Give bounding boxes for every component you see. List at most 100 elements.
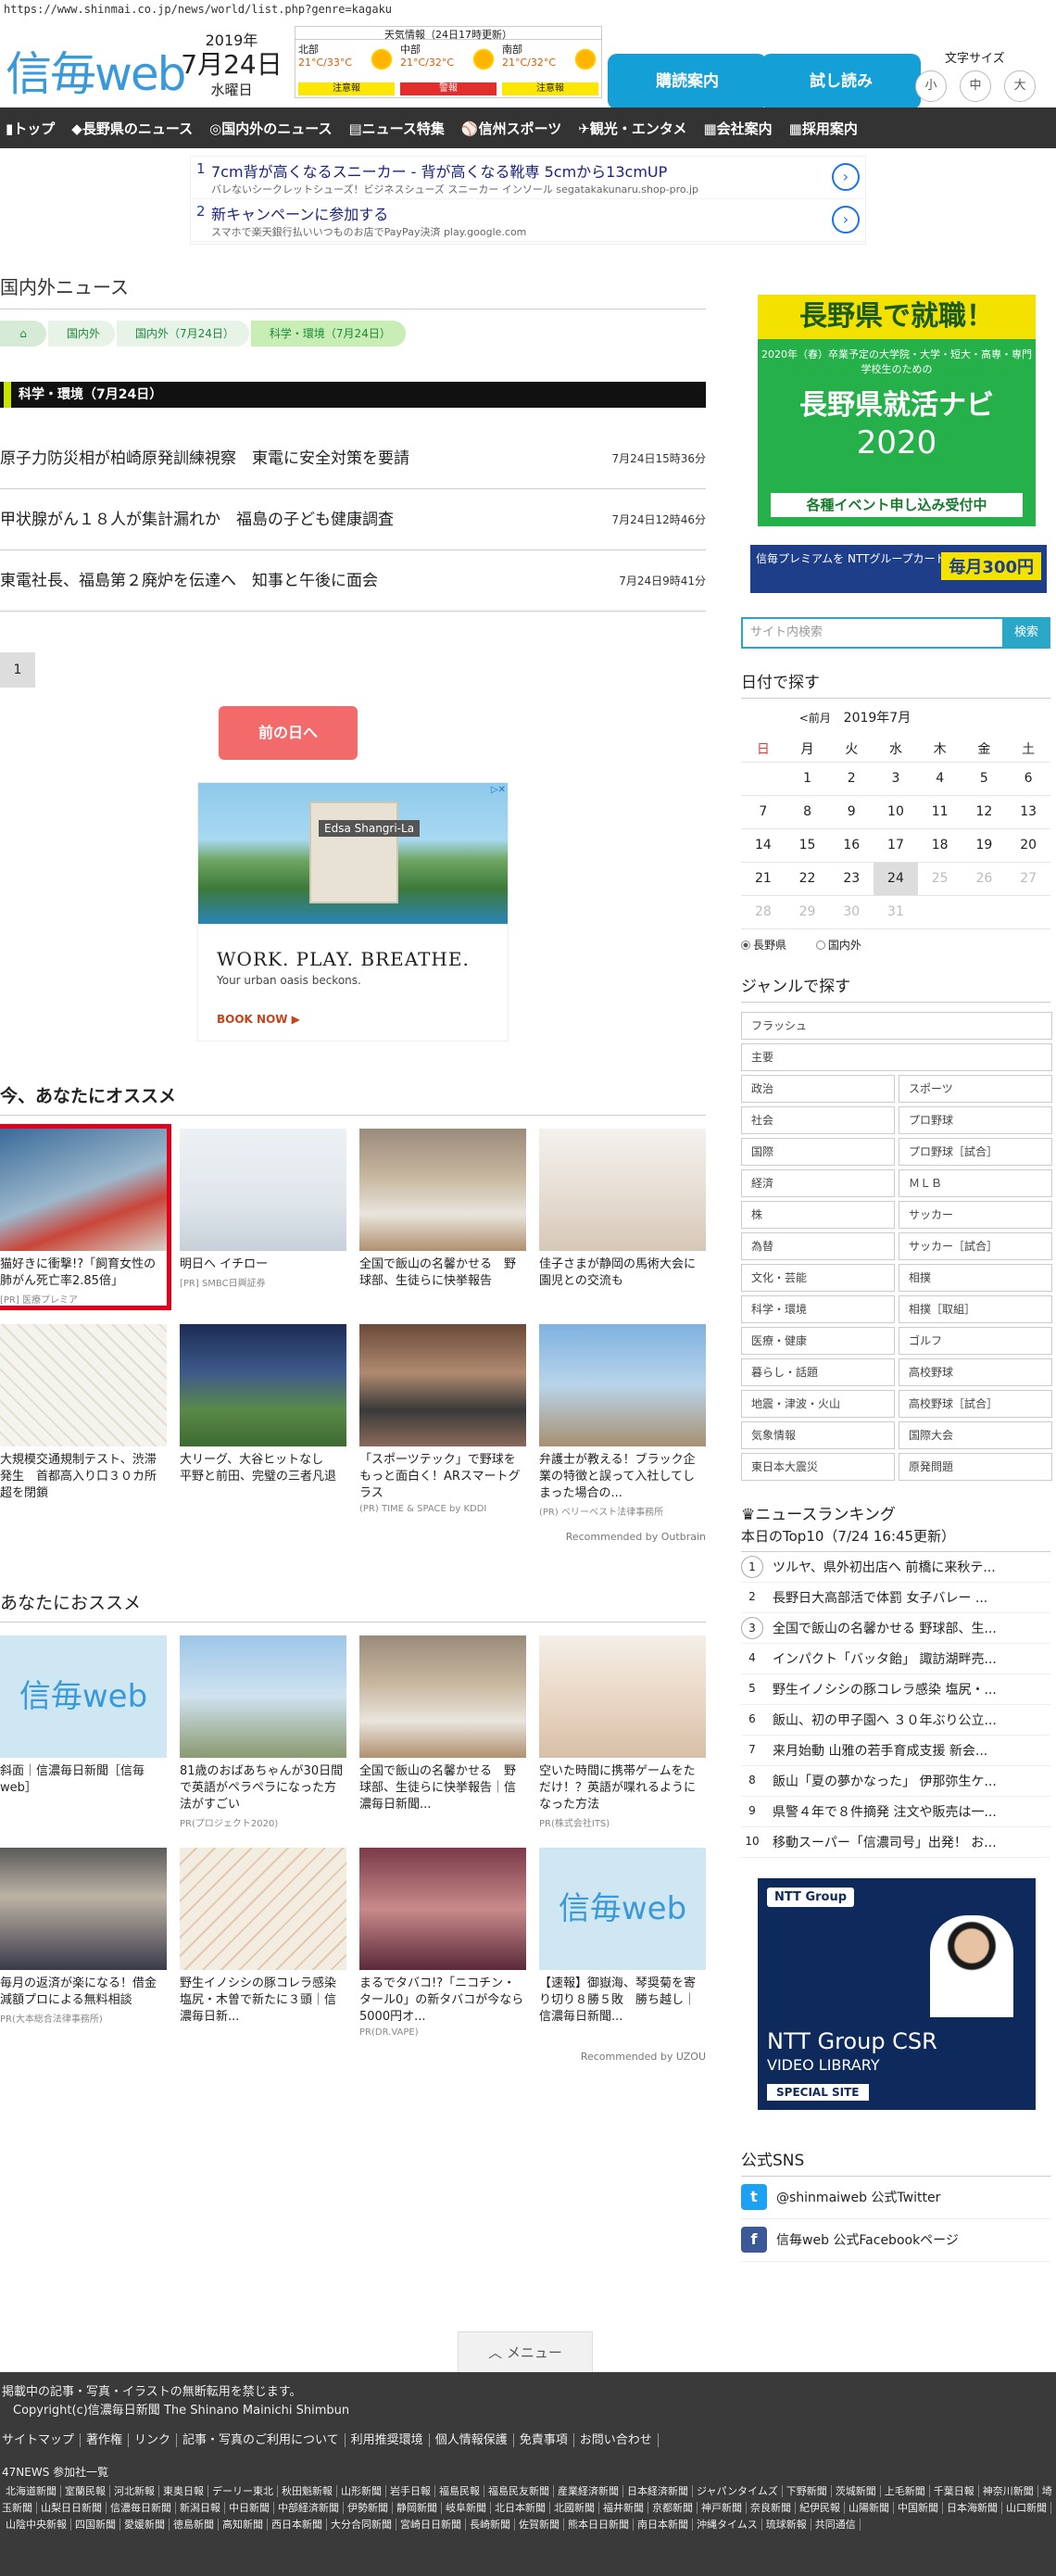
- member-paper-link[interactable]: 京都新聞: [648, 2502, 698, 2514]
- member-paper-link[interactable]: 北國新聞: [550, 2502, 599, 2514]
- card-title[interactable]: 大リーグ、大谷ヒットなし 平野と前田、完璧の三者凡退: [180, 1452, 346, 1485]
- calendar-day[interactable]: 17: [874, 828, 918, 863]
- member-paper-link[interactable]: 秋田魁新報: [278, 2485, 337, 2497]
- footer-link[interactable]: サイトマップ: [2, 2433, 82, 2447]
- ranking-item[interactable]: 4 インパクト「バッタ飴」 諏訪湖畔売...: [741, 1644, 1050, 1674]
- footer-link[interactable]: お問い合わせ: [573, 2433, 659, 2447]
- calendar-day[interactable]: 18: [917, 828, 962, 863]
- genre-item[interactable]: プロ野球: [899, 1105, 1052, 1134]
- calendar-day[interactable]: 23: [829, 862, 874, 896]
- calendar-day[interactable]: 3: [874, 762, 918, 796]
- calendar-day[interactable]: 9: [829, 795, 874, 829]
- ad-choices-icon[interactable]: ▷✕: [491, 785, 506, 795]
- ranking-item[interactable]: 1 ツルヤ、県外初出店へ 前橋に来秋テ...: [741, 1552, 1050, 1583]
- calendar-day[interactable]: 12: [962, 795, 1007, 829]
- weather-widget[interactable]: 天気情報（24日17時更新） 北部 21°C/33°C 注意報 中部 21°C/…: [295, 26, 602, 98]
- calendar-day[interactable]: 13: [1006, 795, 1050, 829]
- job-fair-ad[interactable]: 長野県で就職！ 2020年（春）卒業予定の大学院・大学・短大・高専・専門学校生の…: [758, 295, 1036, 526]
- genre-item[interactable]: 国際: [741, 1137, 895, 1166]
- search-input[interactable]: サイト内検索: [741, 617, 1002, 649]
- news-item[interactable]: 原子力防災相が柏崎原発訓練視察 東電に安全対策を要請 7月24日15時36分: [0, 428, 706, 489]
- search-button[interactable]: 検索: [1002, 617, 1050, 649]
- reco-card[interactable]: 弁護士が教える！ブラック企業の特徴と誤って入社してしまった場合の... (PR) …: [539, 1324, 706, 1518]
- member-paper-link[interactable]: 沖縄タイムス: [693, 2519, 762, 2531]
- genre-item[interactable]: 経済: [741, 1168, 895, 1197]
- genre-item[interactable]: 文化・芸能: [741, 1263, 895, 1292]
- member-paper-link[interactable]: 福島民報: [435, 2485, 484, 2497]
- member-paper-link[interactable]: 下野新聞: [782, 2485, 832, 2497]
- card-title[interactable]: 全国で飯山の名馨かせる 野球部、生徒らに快挙報告｜信濃毎日新聞...: [359, 1763, 526, 1813]
- chevron-right-icon[interactable]: ›: [832, 206, 860, 234]
- reco2-card[interactable]: 空いた時間に携帯ゲームをただけ！？英語が喋れるようになった方法 PR(株式会社IT…: [539, 1635, 706, 1829]
- card-title[interactable]: 【速報】御嶽海、琴奨菊を寄り切り８勝５敗 勝ち越し｜信濃毎日新聞...: [539, 1976, 706, 2026]
- reco-card[interactable]: 大規模交通規制テスト、渋滞発生 首都高入り口３０カ所超を閉鎖: [0, 1324, 167, 1518]
- genre-item[interactable]: 高校野球: [899, 1357, 1052, 1386]
- member-paper-link[interactable]: 東奥日報: [159, 2485, 208, 2497]
- genre-item[interactable]: 為替: [741, 1231, 895, 1260]
- member-paper-link[interactable]: 茨城新聞: [831, 2485, 881, 2497]
- card-title[interactable]: 「スポーツテック」で野球をもっと面白く！ARスマートグラス: [359, 1452, 526, 1502]
- outbrain-credit[interactable]: Recommended by Outbrain: [0, 1531, 706, 1543]
- font-size-large-button[interactable]: 大: [1004, 70, 1036, 102]
- premium-card-ad[interactable]: 信毎プレミアムを NTTグループカードでお支払いすると 毎月300円: [750, 545, 1047, 593]
- member-paper-link[interactable]: 新潟日報: [176, 2502, 225, 2514]
- text-ad[interactable]: 1 7cm背が高くなるスニーカー - 背が高くなる靴専 5cmから13cmUP …: [191, 157, 865, 199]
- genre-item[interactable]: 原発問題: [899, 1452, 1052, 1481]
- card-title[interactable]: 弁護士が教える！ブラック企業の特徴と誤って入社してしまった場合の...: [539, 1452, 706, 1502]
- font-size-small-button[interactable]: 小: [915, 70, 947, 102]
- calendar-day[interactable]: 22: [785, 862, 830, 896]
- genre-item[interactable]: 政治: [741, 1074, 895, 1103]
- calendar-day[interactable]: 20: [1006, 828, 1050, 863]
- subscribe-button[interactable]: 購読案内: [608, 54, 767, 109]
- genre-item[interactable]: サッカー［試合］: [899, 1231, 1052, 1260]
- reco2-card[interactable]: 信毎web 斜面｜信濃毎日新聞［信毎web］: [0, 1635, 167, 1829]
- member-paper-link[interactable]: 長崎新聞: [466, 2519, 515, 2531]
- genre-item[interactable]: 科学・環境: [741, 1294, 895, 1323]
- genre-item[interactable]: 高校野球［試合］: [899, 1389, 1052, 1418]
- breadcrumb-item[interactable]: 国内外（7月24日）: [117, 321, 249, 347]
- member-paper-link[interactable]: 愛媛新聞: [120, 2519, 170, 2531]
- calendar-day[interactable]: 14: [741, 828, 786, 863]
- ranking-title[interactable]: インパクト「バッタ飴」 諏訪湖畔売...: [773, 1649, 997, 1668]
- genre-item[interactable]: 気象情報: [741, 1421, 895, 1449]
- breadcrumb-item[interactable]: 国内外: [48, 321, 116, 347]
- weather-area-central[interactable]: 中部 21°C/32°C 警報: [397, 40, 499, 97]
- member-paper-link[interactable]: 室蘭民報: [61, 2485, 110, 2497]
- weather-area-north[interactable]: 北部 21°C/33°C 注意報: [295, 40, 397, 97]
- genre-item[interactable]: 相撲［取組］: [899, 1294, 1052, 1323]
- site-logo[interactable]: 信毎web: [6, 37, 186, 104]
- banner-ad[interactable]: Edsa Shangri-La ▷✕ WORK. PLAY. BREATHE. …: [197, 782, 509, 1042]
- radio-world[interactable]: 国内外: [815, 939, 874, 952]
- member-paper-link[interactable]: 神奈川新聞: [978, 2485, 1038, 2497]
- ranking-item[interactable]: 2 長野日大高部活で体罰 女子バレー ...: [741, 1583, 1050, 1613]
- member-paper-link[interactable]: 北海道新聞: [2, 2485, 61, 2497]
- card-title[interactable]: 全国で飯山の名馨かせる 野球部、生徒らに快挙報告: [359, 1256, 526, 1290]
- calendar-day[interactable]: 19: [962, 828, 1007, 863]
- nav-item-company[interactable]: ▦会社案内: [703, 119, 772, 138]
- ranking-item[interactable]: 10 移動スーパー「信濃司号」出発！ お...: [741, 1827, 1050, 1858]
- nav-item-sports[interactable]: ⚾信州スポーツ: [461, 119, 561, 138]
- calendar-day-today[interactable]: 24: [874, 862, 918, 896]
- calendar-day[interactable]: 4: [917, 762, 962, 796]
- member-paper-link[interactable]: 西日本新聞: [268, 2519, 327, 2531]
- card-title[interactable]: まるでタバコ!?「ニコチン・タール0」の新タバコが今なら5000円オ...: [359, 1976, 526, 2026]
- genre-item[interactable]: 相撲: [899, 1263, 1052, 1292]
- genre-item[interactable]: 医療・健康: [741, 1326, 895, 1355]
- nav-item-nagano[interactable]: ◆長野県のニュース: [71, 119, 193, 138]
- news-title[interactable]: 甲状腺がん１８人が集計漏れか 福島の子ども健康調査: [0, 506, 394, 529]
- footer-link[interactable]: 記事・写真のご利用について: [177, 2433, 346, 2447]
- member-paper-link[interactable]: 岐阜新聞: [442, 2502, 491, 2514]
- member-paper-link[interactable]: 福島民友新聞: [484, 2485, 554, 2497]
- reco2-card[interactable]: まるでタバコ!?「ニコチン・タール0」の新タバコが今なら5000円オ... PR(…: [359, 1848, 526, 2038]
- nav-item-recruit[interactable]: ▦採用案内: [789, 119, 858, 138]
- sns-label[interactable]: 信毎web 公式Facebookページ: [776, 2230, 959, 2249]
- footer-link[interactable]: 免責事項: [513, 2433, 574, 2447]
- calendar-day[interactable]: 2: [829, 762, 874, 796]
- member-paper-link[interactable]: 宮崎日日新聞: [396, 2519, 466, 2531]
- reco2-card[interactable]: 野生イノシシの豚コレラ感染 塩尻・木曽で新たに３頭｜信濃毎日新...: [180, 1848, 348, 2038]
- calendar-day[interactable]: 21: [741, 862, 786, 896]
- genre-item[interactable]: ゴルフ: [899, 1326, 1052, 1355]
- member-paper-link[interactable]: 千葉日報: [929, 2485, 979, 2497]
- member-paper-link[interactable]: 福井新聞: [599, 2502, 648, 2514]
- member-paper-link[interactable]: 上毛新聞: [880, 2485, 930, 2497]
